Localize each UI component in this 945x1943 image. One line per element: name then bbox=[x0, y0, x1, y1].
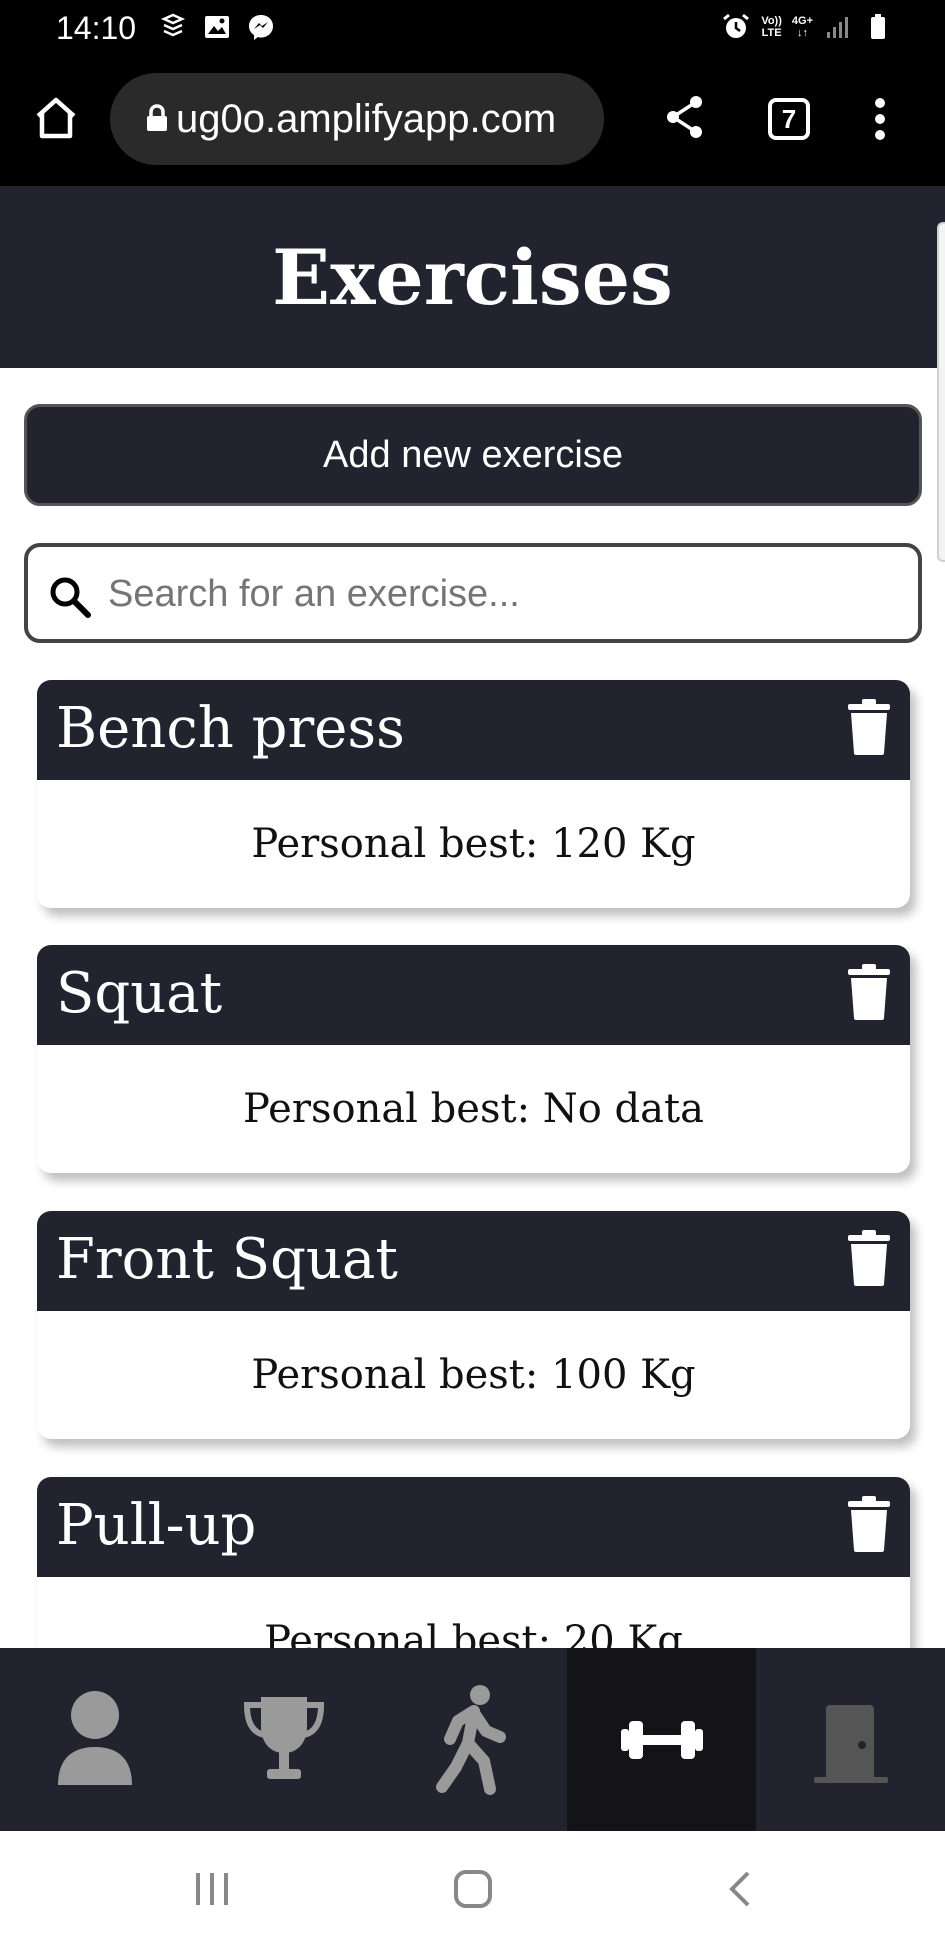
exercise-card-header: Bench press bbox=[37, 680, 910, 780]
messenger-icon bbox=[249, 15, 273, 40]
exercise-name: Bench press bbox=[56, 696, 405, 761]
exercise-list: Bench press Personal best: 120 Kg Squat … bbox=[0, 660, 945, 1648]
trash-icon[interactable] bbox=[846, 1229, 892, 1287]
network-label: 4G+ bbox=[791, 15, 813, 27]
exercise-card-header: Pull-up bbox=[37, 1477, 910, 1577]
browser-toolbar: ug0o.amplifyapp.com 7 bbox=[0, 56, 945, 186]
trophy-icon bbox=[243, 1696, 324, 1779]
volte-icon: Vo)) LTE bbox=[761, 15, 782, 39]
exercise-card-header: Front Squat bbox=[37, 1211, 910, 1311]
exercise-card-body: Personal best: 100 Kg bbox=[37, 1311, 910, 1439]
walking-icon bbox=[435, 1684, 506, 1795]
exercise-card-header: Squat bbox=[37, 945, 910, 1045]
exercise-card[interactable]: Bench press Personal best: 120 Kg bbox=[37, 680, 910, 908]
bottom-nav bbox=[0, 1648, 945, 1831]
4g-icon: 4G+ ↓↑ bbox=[791, 15, 813, 39]
recent-apps-icon[interactable] bbox=[190, 1867, 234, 1911]
address-bar[interactable]: ug0o.amplifyapp.com bbox=[110, 73, 604, 165]
url-text[interactable]: ug0o.amplifyapp.com bbox=[176, 97, 586, 142]
battery-icon bbox=[871, 14, 885, 39]
nav-profile[interactable] bbox=[0, 1648, 189, 1831]
personal-best: Personal best: 100 Kg bbox=[251, 1352, 696, 1398]
nav-exercises[interactable] bbox=[567, 1648, 756, 1831]
exercise-name: Pull-up bbox=[56, 1493, 257, 1558]
home-nav-icon[interactable] bbox=[451, 1867, 495, 1911]
trash-icon[interactable] bbox=[846, 698, 892, 756]
home-icon[interactable] bbox=[32, 94, 80, 142]
personal-best: Personal best: 20 Kg bbox=[264, 1618, 683, 1648]
notification-icon bbox=[160, 13, 186, 37]
status-time: 14:10 bbox=[56, 10, 137, 46]
user-icon bbox=[57, 1690, 132, 1785]
scrollbar[interactable] bbox=[937, 222, 945, 562]
volte-label: Vo)) bbox=[761, 15, 782, 27]
exercise-name: Front Squat bbox=[56, 1227, 398, 1292]
door-icon bbox=[813, 1704, 888, 1783]
page-header: Exercises bbox=[0, 186, 945, 368]
lock-icon bbox=[147, 104, 167, 131]
nav-achievements[interactable] bbox=[189, 1648, 378, 1831]
search-input[interactable] bbox=[108, 565, 888, 623]
signal-icon bbox=[827, 17, 848, 38]
exercise-card[interactable]: Squat Personal best: No data bbox=[37, 945, 910, 1173]
system-nav-bar bbox=[0, 1831, 945, 1943]
exercise-card-body: Personal best: 20 Kg bbox=[37, 1577, 910, 1648]
status-icons-left bbox=[158, 12, 276, 42]
trash-icon[interactable] bbox=[846, 963, 892, 1021]
trash-icon[interactable] bbox=[846, 1495, 892, 1553]
lte-label: LTE bbox=[761, 27, 782, 39]
search-icon bbox=[50, 577, 91, 618]
personal-best: Personal best: No data bbox=[243, 1086, 704, 1132]
exercise-card-body: Personal best: No data bbox=[37, 1045, 910, 1173]
personal-best: Personal best: 120 Kg bbox=[251, 821, 696, 867]
gallery-icon bbox=[205, 16, 229, 38]
exercise-card-body: Personal best: 120 Kg bbox=[37, 780, 910, 908]
status-icons-right: Vo)) LTE 4G+ ↓↑ bbox=[721, 12, 893, 42]
exercise-card[interactable]: Front Squat Personal best: 100 Kg bbox=[37, 1211, 910, 1439]
dumbbell-icon bbox=[620, 1720, 703, 1759]
exercise-card[interactable]: Pull-up Personal best: 20 Kg bbox=[37, 1477, 910, 1648]
add-exercise-button[interactable]: Add new exercise bbox=[24, 404, 922, 506]
page-title: Exercises bbox=[272, 232, 673, 322]
back-icon[interactable] bbox=[720, 1867, 764, 1911]
tab-switcher-button[interactable]: 7 bbox=[768, 98, 810, 140]
search-box[interactable] bbox=[24, 543, 922, 643]
nav-logout[interactable] bbox=[756, 1648, 945, 1831]
status-bar: 14:10 Vo)) LTE 4G+ ↓↑ bbox=[0, 0, 945, 56]
alarm-icon bbox=[723, 13, 750, 38]
more-menu-icon[interactable] bbox=[868, 96, 892, 142]
nav-workout[interactable] bbox=[378, 1648, 567, 1831]
share-icon[interactable] bbox=[664, 94, 706, 140]
exercise-name: Squat bbox=[56, 961, 223, 1026]
